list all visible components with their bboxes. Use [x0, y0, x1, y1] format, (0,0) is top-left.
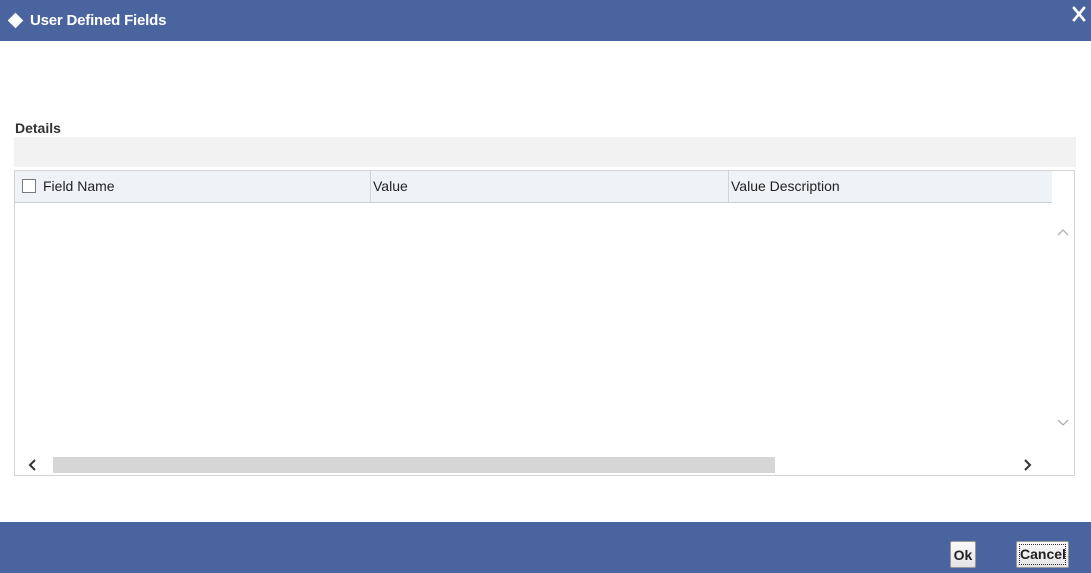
cancel-button[interactable]: Cancel: [1016, 541, 1069, 568]
grid-toolbar: [14, 137, 1076, 167]
scroll-left-icon[interactable]: [25, 457, 41, 473]
diamond-icon: [7, 12, 24, 29]
column-header-field-name[interactable]: Field Name: [39, 171, 371, 202]
horizontal-scroll-thumb[interactable]: [53, 457, 775, 473]
scroll-right-icon[interactable]: [1019, 457, 1035, 473]
scroll-down-icon[interactable]: [1055, 416, 1071, 430]
column-header-value[interactable]: Value: [371, 171, 729, 202]
column-header-value-description[interactable]: Value Description: [729, 171, 1052, 202]
horizontal-scrollbar[interactable]: [15, 455, 1074, 475]
details-grid: Field Name Value Value Description: [14, 170, 1075, 476]
close-icon[interactable]: [1071, 5, 1087, 23]
grid-header: Field Name Value Value Description: [15, 171, 1052, 203]
ok-button[interactable]: Ok: [950, 541, 976, 568]
details-section-label: Details: [15, 120, 61, 136]
vertical-scrollbar[interactable]: [1052, 203, 1074, 455]
footer-bar: Ok Cancel: [0, 522, 1091, 573]
title-bar: User Defined Fields: [0, 0, 1091, 41]
cancel-button-label: Cancel: [1019, 544, 1066, 565]
scroll-up-icon[interactable]: [1055, 225, 1071, 239]
select-all-checkbox[interactable]: [22, 179, 36, 193]
window-title: User Defined Fields: [30, 12, 167, 29]
